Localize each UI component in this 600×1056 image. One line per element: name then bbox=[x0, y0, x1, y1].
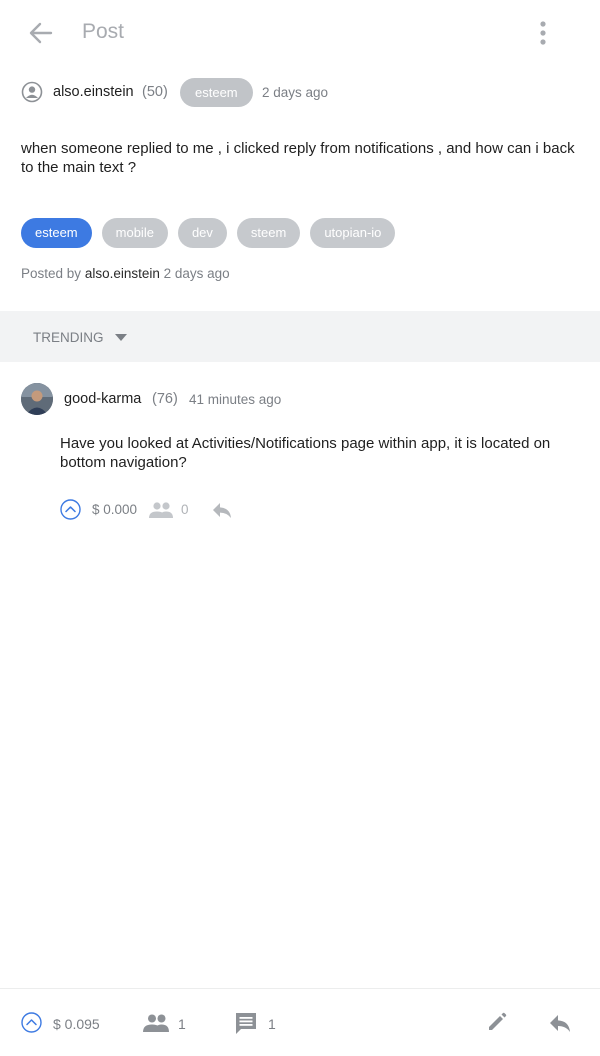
app-header: Post bbox=[0, 0, 600, 66]
post-bottom-bar: $ 0.095 1 1 bbox=[0, 988, 600, 1056]
people-icon[interactable] bbox=[148, 500, 174, 520]
post-screen: Post also.einstein (50) esteem 2 days ag… bbox=[0, 0, 600, 1056]
comment-icon[interactable] bbox=[234, 1011, 258, 1035]
post-timestamp: 2 days ago bbox=[262, 85, 329, 100]
post-author-row: also.einstein (50) esteem 2 days ago bbox=[21, 78, 581, 108]
more-options-button[interactable] bbox=[528, 18, 558, 48]
arrow-left-icon bbox=[29, 22, 53, 44]
comment-payout[interactable]: $ 0.000 bbox=[92, 502, 137, 517]
vertical-dots-icon bbox=[540, 21, 546, 45]
tag-steem[interactable]: steem bbox=[236, 218, 301, 248]
user-avatar-icon[interactable] bbox=[21, 81, 43, 103]
posted-by-label: Posted by bbox=[21, 266, 82, 281]
post-author-name[interactable]: also.einstein bbox=[53, 84, 134, 100]
post-payout[interactable]: $ 0.095 bbox=[53, 1016, 100, 1032]
comment-body: Have you looked at Activities/Notificati… bbox=[60, 435, 551, 471]
comment-voters-count: 0 bbox=[181, 502, 189, 517]
post-voters-count: 1 bbox=[178, 1016, 186, 1032]
posted-by-author[interactable]: also.einstein bbox=[85, 266, 160, 281]
upvote-icon[interactable] bbox=[60, 499, 81, 520]
comments-sort-bar[interactable]: TRENDING bbox=[0, 311, 600, 362]
post-body: when someone replied to me , i clicked r… bbox=[21, 140, 575, 176]
comment-author-name[interactable]: good-karma bbox=[64, 391, 141, 407]
back-button[interactable] bbox=[26, 18, 56, 48]
caret-down-icon[interactable] bbox=[114, 333, 128, 343]
comment-author-reputation: (76) bbox=[152, 391, 178, 407]
page-title: Post bbox=[82, 20, 125, 43]
pencil-icon[interactable] bbox=[486, 1011, 508, 1033]
comment-actions: $ 0.000 0 bbox=[60, 499, 360, 521]
post-tags: esteem mobile dev steem utopian-io bbox=[21, 218, 396, 248]
avatar[interactable] bbox=[21, 383, 53, 415]
people-icon[interactable] bbox=[142, 1012, 170, 1034]
sort-selected-label[interactable]: TRENDING bbox=[33, 330, 104, 345]
tag-dev[interactable]: dev bbox=[177, 218, 227, 248]
post-author-reputation: (50) bbox=[142, 84, 168, 100]
post-category-badge[interactable]: esteem bbox=[180, 78, 253, 107]
reply-icon[interactable] bbox=[211, 500, 233, 520]
reply-icon[interactable] bbox=[548, 1012, 572, 1034]
posted-by-line: Posted by also.einstein 2 days ago bbox=[21, 266, 230, 281]
post-comments-count: 1 bbox=[268, 1016, 276, 1032]
upvote-icon[interactable] bbox=[21, 1012, 42, 1033]
comment-timestamp: 41 minutes ago bbox=[189, 392, 282, 407]
posted-by-time: 2 days ago bbox=[163, 266, 230, 281]
tag-utopian-io[interactable]: utopian-io bbox=[310, 218, 396, 248]
tag-esteem[interactable]: esteem bbox=[21, 218, 92, 248]
tag-mobile[interactable]: mobile bbox=[101, 218, 168, 248]
